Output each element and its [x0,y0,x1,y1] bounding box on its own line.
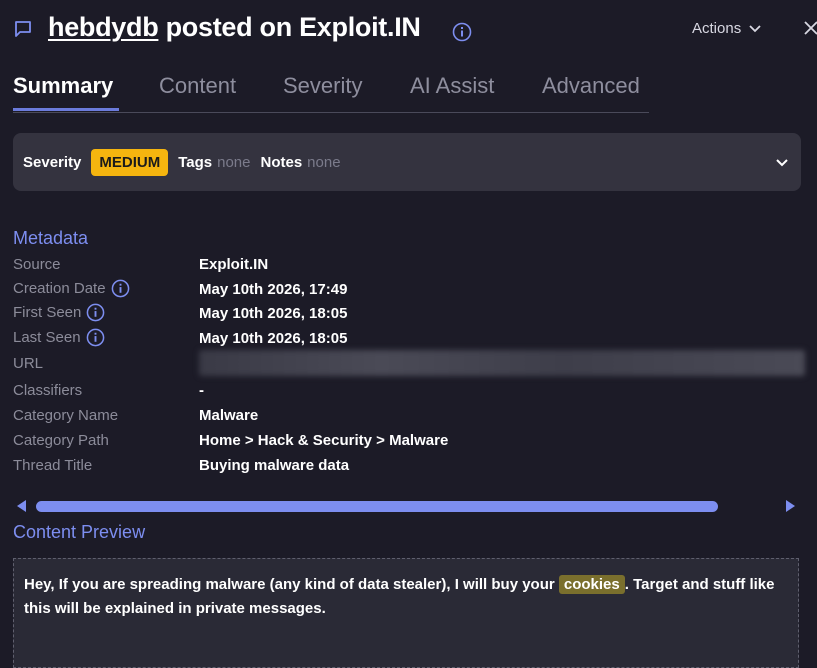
tab-advanced[interactable]: Advanced [542,73,640,99]
keyword-highlight: cookies [558,575,625,594]
tab-content[interactable]: Content [159,73,236,99]
tab-summary[interactable]: Summary [13,73,113,99]
close-icon[interactable] [803,20,817,36]
page-title: hebdydb posted on Exploit.IN [48,12,421,43]
content-preview-text: Hey, If you are spreading malware (any k… [24,575,775,617]
tab-ai-assist[interactable]: AI Assist [410,73,494,99]
notes-value: none [307,153,341,171]
meta-value-creation-date: May 10th 2026, 17:49 [199,281,348,298]
severity-label: Severity [23,153,82,171]
meta-value-first-seen: May 10th 2026, 18:05 [199,305,348,322]
info-icon[interactable] [86,328,105,347]
meta-label-category-name: Category Name [13,407,119,424]
meta-value-category-name: Malware [199,407,259,424]
meta-value-thread-title: Buying malware data [199,457,350,474]
tab-bar: Summary Content Severity AI Assist Advan… [13,70,649,113]
active-tab-indicator [13,108,119,111]
tags-value: none [217,153,251,171]
meta-label-category-path: Category Path [13,432,109,449]
meta-label-source: Source [13,256,61,273]
actions-dropdown[interactable]: Actions [692,20,761,37]
severity-badge: MEDIUM [91,148,169,176]
meta-value-category-path: Home > Hack & Security > Malware [199,432,449,449]
content-preview-box: Hey, If you are spreading malware (any k… [13,558,799,668]
meta-label-first-seen: First Seen [13,303,105,322]
username-link[interactable]: hebdydb [48,12,159,42]
meta-label-url: URL [13,355,44,372]
meta-label-creation-date: Creation Date [13,279,130,298]
meta-label-last-seen: Last Seen [13,328,105,347]
tab-severity[interactable]: Severity [283,73,362,99]
meta-value-classifiers: - [199,382,204,399]
meta-value-last-seen: May 10th 2026, 18:05 [199,330,348,347]
info-icon[interactable] [111,279,130,298]
url-value-redacted[interactable] [199,350,805,376]
horizontal-scrollbar-thumb[interactable] [36,501,718,512]
severity-row: Severity MEDIUM Tags none Notes none [23,147,351,177]
actions-label: Actions [692,20,742,37]
content-preview-title: Content Preview [13,522,146,542]
scroll-right-arrow[interactable] [786,500,795,512]
scroll-left-arrow[interactable] [17,500,26,512]
chevron-down-icon[interactable] [774,155,790,171]
meta-value-source: Exploit.IN [199,256,269,273]
meta-label-classifiers: Classifiers [13,382,83,399]
meta-label-thread-title: Thread Title [13,457,93,474]
info-icon[interactable] [452,22,472,42]
chat-icon [15,21,31,37]
tags-label: Tags [178,153,213,171]
info-icon[interactable] [86,303,105,322]
header: hebdydb posted on Exploit.IN Actions [0,0,817,60]
chevron-down-icon [749,24,761,32]
metadata-title: Metadata [13,228,89,248]
severity-panel[interactable]: Severity MEDIUM Tags none Notes none [13,133,801,191]
notes-label: Notes [260,153,303,171]
title-suffix: posted on Exploit.IN [158,12,421,42]
